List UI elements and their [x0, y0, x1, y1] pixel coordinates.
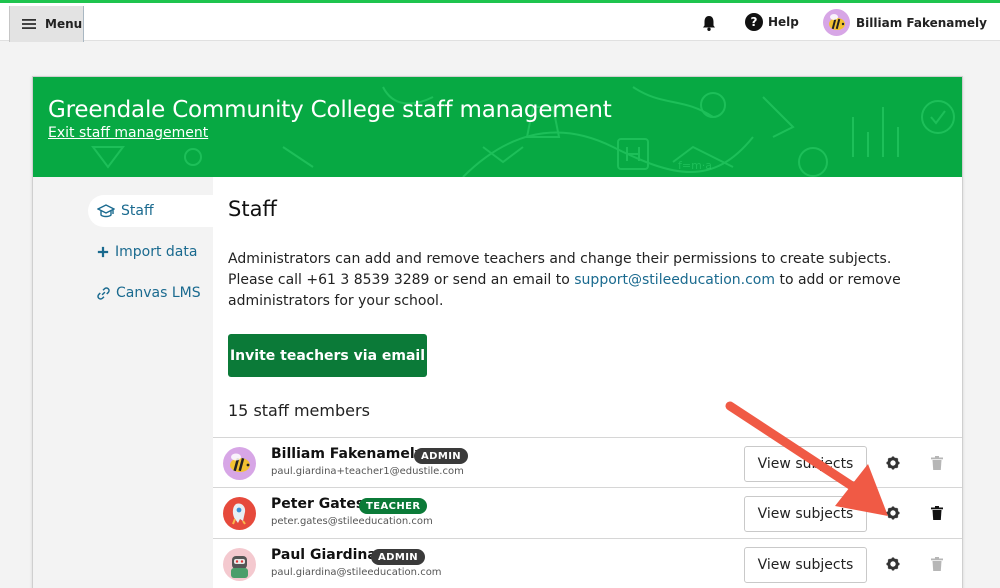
avatar [223, 447, 256, 480]
sidebar-item-label: Import data [115, 244, 198, 260]
trash-icon[interactable] [931, 557, 943, 571]
view-subjects-button[interactable]: View subjects [744, 547, 867, 583]
help-icon: ? [745, 13, 763, 31]
role-badge: ADMIN [414, 448, 469, 464]
user-menu[interactable]: Billiam Fakenamely [823, 9, 987, 36]
sidebar-item-import-data[interactable]: Import data [88, 236, 197, 268]
table-row: Peter Gates TEACHER peter.gates@stileedu… [213, 487, 962, 538]
staff-name: Billiam Fakenamely [271, 446, 424, 462]
graduation-cap-icon [97, 204, 115, 218]
page-banner-title: Greendale Community College staff manage… [48, 97, 612, 123]
view-subjects-button[interactable]: View subjects [744, 446, 867, 482]
avatar [223, 497, 256, 530]
gear-icon[interactable] [886, 456, 900, 470]
staff-name: Paul Giardina [271, 547, 377, 563]
sidebar-item-canvas-lms[interactable]: Canvas LMS [88, 277, 201, 309]
bell-icon[interactable] [700, 14, 718, 32]
avatar [223, 548, 256, 581]
sidebar: Staff Import data Canvas LMS [33, 177, 214, 588]
gear-icon[interactable] [886, 506, 900, 520]
hamburger-icon [22, 19, 36, 29]
avatar [823, 9, 850, 36]
trash-icon[interactable] [931, 506, 943, 520]
table-row: Billiam Fakenamely ADMIN paul.giardina+t… [213, 437, 962, 488]
sidebar-item-label: Staff [121, 203, 154, 219]
trash-icon[interactable] [931, 456, 943, 470]
role-badge: ADMIN [371, 549, 426, 565]
role-badge: TEACHER [359, 498, 428, 514]
link-icon [97, 286, 110, 300]
help-button[interactable]: ? Help [745, 13, 799, 31]
menu-button[interactable]: Menu [9, 6, 84, 42]
top-navigation-bar: Menu ? Help Billiam Fakenamely [0, 3, 1000, 42]
plus-icon [97, 246, 109, 258]
sidebar-item-staff[interactable]: Staff [88, 195, 214, 227]
table-row: Paul Giardina ADMIN paul.giardina@stilee… [213, 538, 962, 588]
invite-teachers-button[interactable]: Invite teachers via email [228, 334, 427, 377]
support-email-link[interactable]: support@stileeducation.com [574, 272, 775, 288]
staff-management-card: f=m·a Greendale Community College staff … [32, 76, 963, 588]
help-label: Help [768, 15, 799, 29]
exit-staff-management-link[interactable]: Exit staff management [48, 125, 208, 141]
staff-count: 15 staff members [228, 401, 370, 420]
gear-icon[interactable] [886, 557, 900, 571]
menu-label: Menu [45, 17, 83, 31]
staff-email: paul.giardina+teacher1@edustile.com [271, 466, 464, 477]
user-name: Billiam Fakenamely [856, 15, 987, 30]
staff-description: Administrators can add and remove teache… [228, 249, 928, 312]
staff-name: Peter Gates [271, 496, 365, 512]
view-subjects-button[interactable]: View subjects [744, 496, 867, 532]
svg-text:f=m·a: f=m·a [678, 159, 712, 172]
staff-email: peter.gates@stileeducation.com [271, 516, 433, 527]
sidebar-item-label: Canvas LMS [116, 285, 201, 301]
page-title: Staff [228, 197, 277, 221]
school-banner: f=m·a Greendale Community College staff … [33, 77, 962, 177]
staff-email: paul.giardina@stileeducation.com [271, 567, 442, 578]
